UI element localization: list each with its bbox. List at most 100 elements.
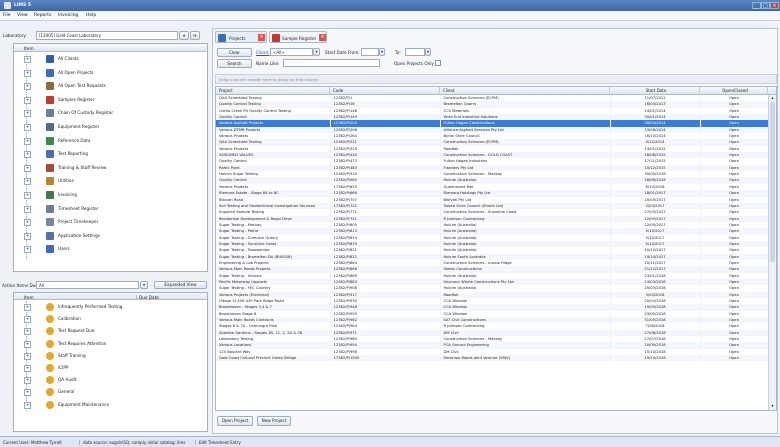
nav-item-application-settings[interactable]: + Application Settings	[24, 231, 214, 241]
tab-sample-register-close-icon[interactable]: ×	[319, 34, 326, 41]
open-project-button[interactable]: Open Project	[217, 416, 253, 426]
start-date-input[interactable]	[361, 48, 379, 56]
minimize-button[interactable]: _	[752, 2, 761, 9]
expand-icon[interactable]: +	[24, 124, 31, 131]
tab-projects[interactable]: Projects ×	[215, 31, 267, 43]
scroll-down-icon[interactable]: ▾	[770, 403, 775, 409]
action-item-staff-training[interactable]: + Staff Training	[24, 351, 214, 361]
expand-icon[interactable]: +	[24, 352, 31, 360]
menu-invoicing[interactable]: Invoicing	[58, 13, 78, 18]
action-item-infrequently-performed-testing[interactable]: + Infrequently Performed Testing	[24, 302, 214, 312]
expand-icon[interactable]: +	[24, 151, 31, 159]
action-filter-dropdown[interactable]: ▾	[140, 281, 148, 289]
nav-item-all-open-test-requests[interactable]: + All Open Test Requests	[24, 81, 214, 91]
expand-icon[interactable]: +	[24, 110, 31, 118]
menu-view[interactable]: View	[17, 13, 28, 18]
expand-icon[interactable]: +	[24, 340, 31, 348]
menu-reports[interactable]: Reports	[34, 13, 51, 18]
col-client[interactable]: Client	[440, 87, 610, 95]
expand-icon[interactable]: +	[24, 205, 31, 213]
nav-item-samples-register[interactable]: + Samples Register	[24, 95, 214, 105]
nav-item-training-staff-review[interactable]: + Training & Staff Review	[24, 163, 214, 173]
reference-data-icon	[46, 136, 54, 145]
expand-icon[interactable]: +	[24, 164, 31, 172]
tab-sample-register[interactable]: Sample Register ×	[269, 31, 327, 43]
nav-item-all-open-projects[interactable]: + All Open Projects	[24, 68, 214, 78]
to-date-dropdown-icon[interactable]: ▾	[425, 48, 431, 56]
expand-icon[interactable]: +	[24, 316, 31, 324]
action-filter-select[interactable]: All	[36, 281, 139, 289]
action-item-calibration[interactable]: + Calibration	[24, 314, 214, 324]
grid-vertical-scrollbar[interactable]: ▴ ▾	[768, 95, 776, 410]
laboratory-dropdown-button[interactable]: ▾	[179, 31, 189, 40]
expand-icon[interactable]: +	[24, 304, 31, 311]
expand-icon[interactable]: +	[24, 377, 31, 385]
menu-file[interactable]: File	[3, 13, 11, 18]
expand-icon[interactable]: +	[24, 365, 31, 372]
menu-help[interactable]: Help	[86, 13, 96, 18]
expand-icon[interactable]: +	[24, 246, 31, 254]
col-open-closed[interactable]: Open/Closed	[700, 87, 768, 95]
maximize-button[interactable]: □	[761, 2, 770, 9]
expand-icon[interactable]: +	[24, 178, 31, 186]
col-code[interactable]: Code	[330, 87, 440, 95]
client-dropdown-icon[interactable]: ▾	[313, 48, 320, 56]
expand-icon[interactable]: +	[24, 192, 31, 199]
expand-icon[interactable]: +	[24, 219, 31, 227]
expand-icon[interactable]: +	[24, 232, 31, 240]
action-item-icipp[interactable]: + ICIPP	[24, 363, 214, 373]
nav-item-invoicing[interactable]: + Invoicing	[24, 190, 214, 200]
laboratory-refresh-icon[interactable]: ⟳	[190, 31, 200, 40]
nav-item-chain-of-custody-register[interactable]: + Chain Of Custody Register	[24, 108, 214, 118]
search-button[interactable]: Search	[217, 59, 252, 68]
action-item-qa-audit[interactable]: + QA Audit	[24, 375, 214, 385]
nav-item-project-timekeeper[interactable]: + Project Timekeeper	[24, 217, 214, 227]
client-select[interactable]: <All>	[270, 48, 313, 56]
scroll-up-icon[interactable]: ▴	[770, 95, 775, 101]
group-by-area[interactable]: Drag a column header here to group by th…	[215, 74, 777, 84]
open-projects-only-checkbox[interactable]	[435, 60, 441, 66]
clear-button[interactable]: Clear	[217, 48, 252, 57]
action-item-equipment-maintenance[interactable]: + Equipment Maintenance	[24, 400, 214, 410]
status-timesheet-menu[interactable]: Edit Timesheet Entry	[195, 440, 241, 445]
col-project[interactable]: Project	[216, 87, 330, 95]
name-like-input[interactable]	[283, 59, 380, 67]
start-date-dropdown-icon[interactable]: ▾	[379, 48, 385, 56]
nav-item-users[interactable]: + Users	[24, 244, 214, 254]
close-button[interactable]: ×	[770, 2, 779, 9]
nav-item-utilities[interactable]: + Utilities	[24, 176, 214, 186]
expanded-view-button[interactable]: Expanded View	[154, 281, 207, 289]
nav-item-all-clients[interactable]: + All Clients	[24, 54, 214, 64]
nav-item-reference-data[interactable]: + Reference Data	[24, 136, 214, 146]
action-item-label: Equipment Maintenance	[58, 401, 110, 407]
to-date-input[interactable]	[405, 48, 425, 56]
laboratory-select[interactable]: [12005] Gold Coast Laboratory	[36, 31, 178, 40]
projects-grid: Project Code Client Start Date Open/Clos…	[215, 86, 777, 411]
table-row[interactable]: Gold Coast Cultural Precinct Green Bridg…	[216, 355, 768, 362]
action-flag-icon	[46, 303, 54, 311]
action-item-general[interactable]: + General	[24, 387, 214, 397]
nav-item-test-reporting[interactable]: + Test Reporting	[24, 149, 214, 159]
tab-projects-close-icon[interactable]: ×	[258, 34, 265, 41]
expand-icon[interactable]: +	[24, 96, 31, 104]
expand-icon[interactable]: +	[24, 328, 31, 336]
action-item-test-request-due[interactable]: + Test Request Due	[24, 326, 214, 336]
expand-icon[interactable]: +	[24, 83, 31, 91]
col-start-date[interactable]: Start Date	[610, 87, 700, 95]
new-project-button[interactable]: New Project	[257, 416, 291, 426]
expand-icon[interactable]: +	[24, 401, 31, 409]
users-icon	[46, 245, 54, 254]
action-item-test-requires-attention[interactable]: + Test Requires Attention	[24, 339, 214, 349]
nav-item-timesheet-register[interactable]: + Timesheet Register	[24, 204, 214, 214]
nav-item-equipment-register[interactable]: + Equipment Register	[24, 122, 214, 132]
to-date-label: To:	[395, 50, 401, 55]
expand-icon[interactable]: +	[24, 69, 31, 77]
expand-icon[interactable]: +	[24, 56, 31, 63]
nav-item-label: Test Reporting	[58, 151, 88, 157]
action-flag-icon	[46, 376, 54, 385]
clients-link[interactable]: Client:	[256, 50, 270, 55]
expand-icon[interactable]: +	[24, 137, 31, 145]
action-flag-icon	[46, 364, 54, 372]
scrollbar-thumb[interactable]	[770, 102, 775, 262]
expand-icon[interactable]: +	[24, 389, 31, 397]
